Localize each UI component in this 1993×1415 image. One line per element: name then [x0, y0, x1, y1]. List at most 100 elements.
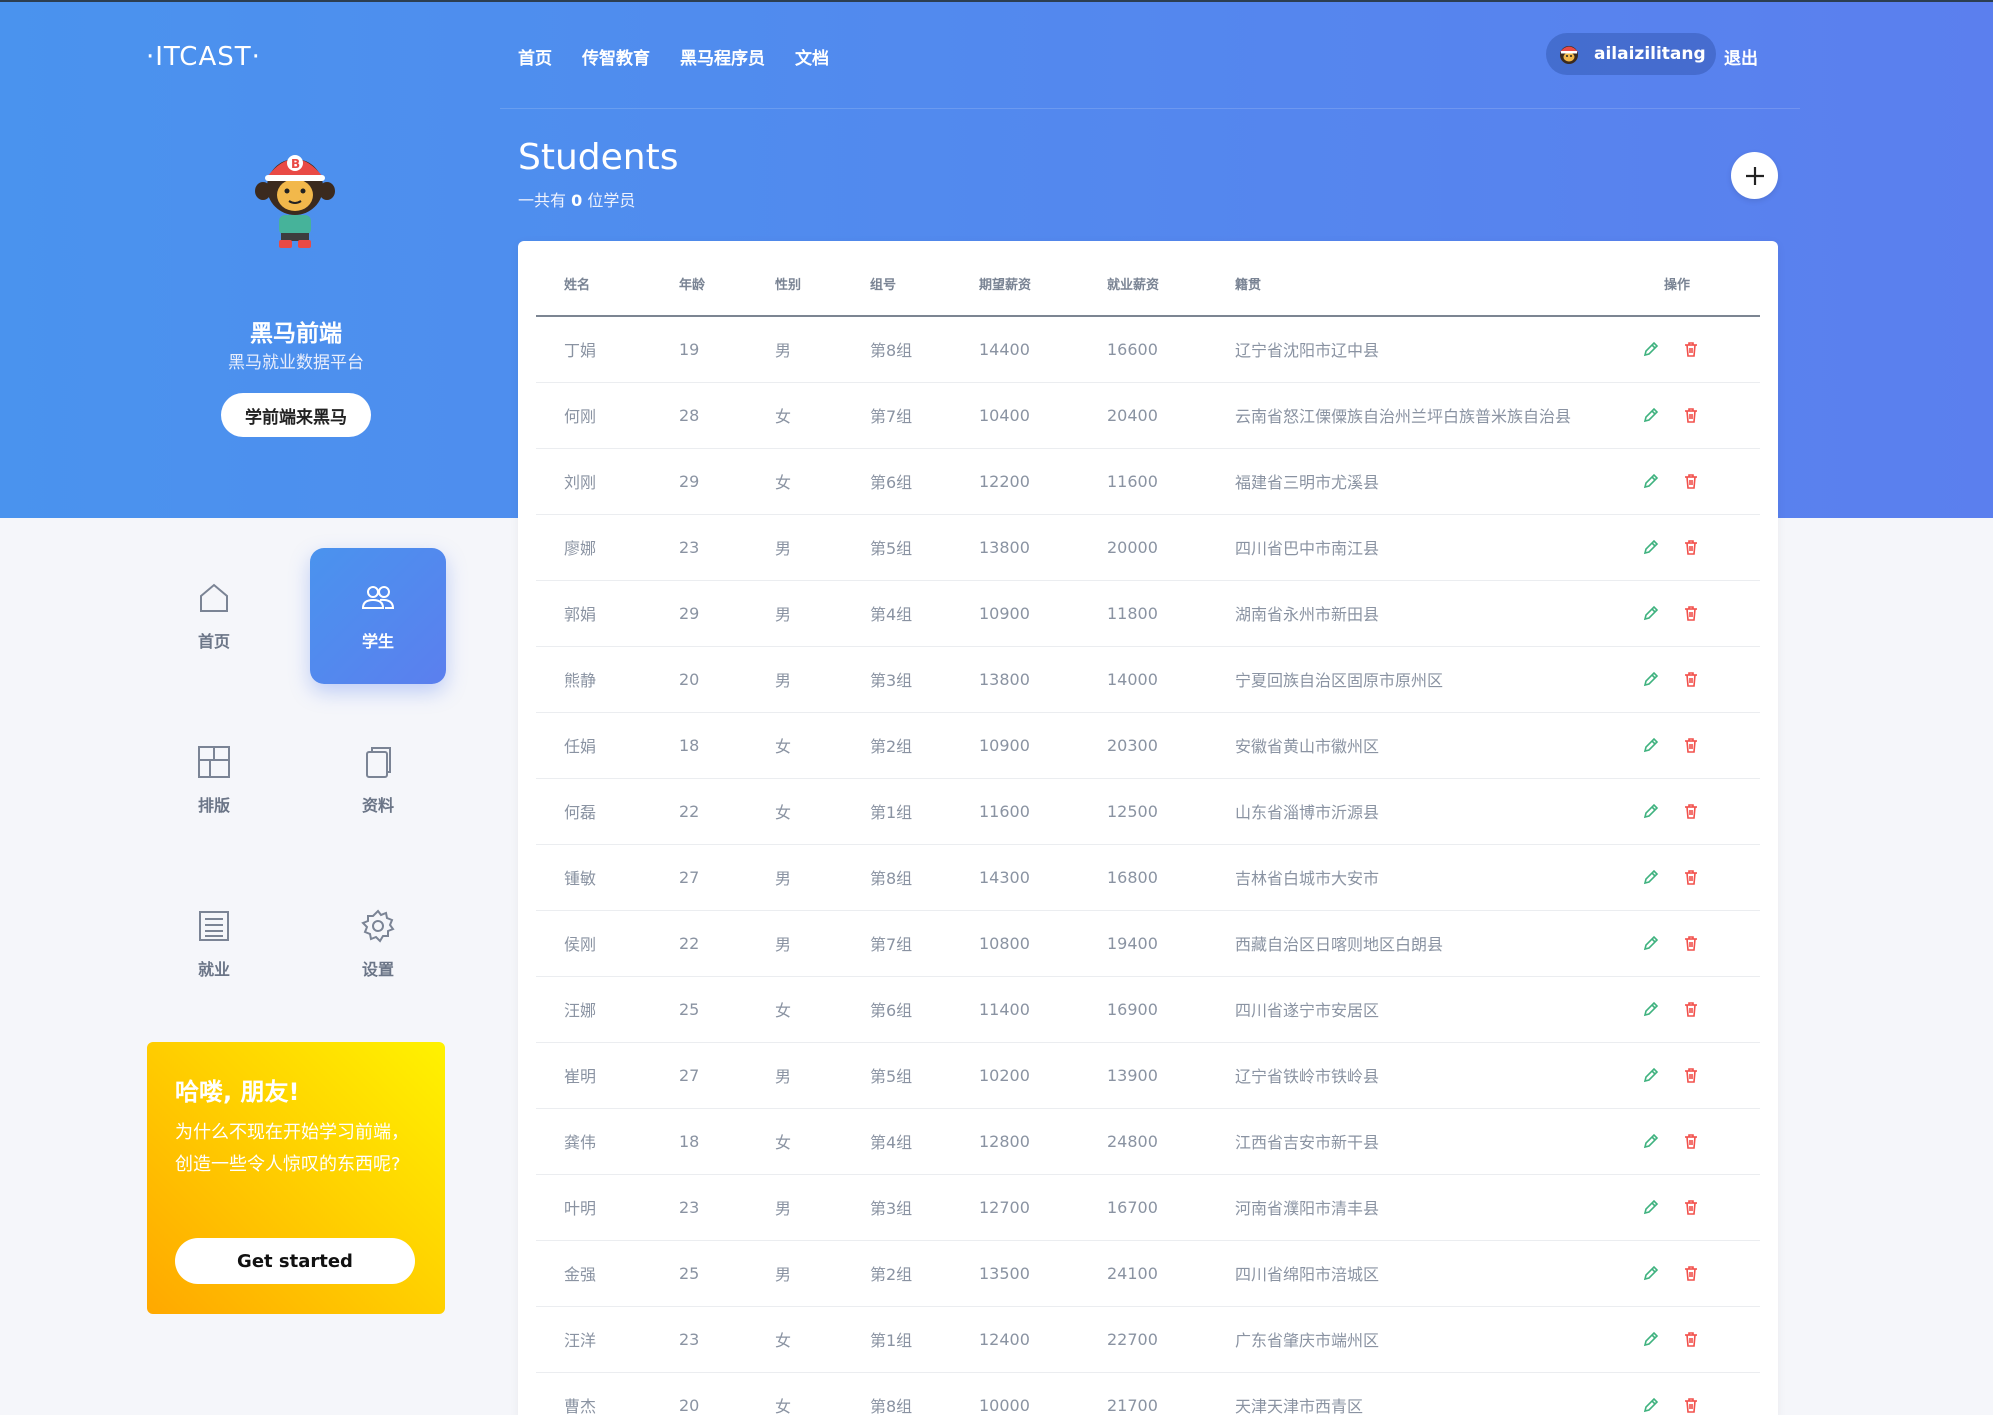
add-student-button[interactable] — [1731, 152, 1778, 199]
sidebar-item-settings[interactable]: 设置 — [310, 876, 446, 1012]
cell-gender: 男 — [747, 1174, 842, 1241]
get-started-button[interactable]: Get started — [175, 1238, 415, 1284]
sidebar-label-layout: 排版 — [197, 796, 230, 815]
cell-age: 27 — [651, 1042, 747, 1109]
edit-icon[interactable] — [1642, 736, 1660, 754]
cell-group: 第3组 — [842, 1174, 951, 1241]
count-prefix: 一共有 — [518, 191, 567, 210]
edit-icon[interactable] — [1642, 868, 1660, 886]
delete-icon[interactable] — [1682, 538, 1700, 556]
cell-group: 第5组 — [842, 1042, 951, 1109]
edit-icon[interactable] — [1642, 1330, 1660, 1348]
cell-age: 23 — [651, 514, 747, 581]
cell-name: 龚伟 — [536, 1108, 651, 1175]
edit-icon[interactable] — [1642, 1198, 1660, 1216]
delete-icon[interactable] — [1682, 406, 1700, 424]
nav-link-home[interactable]: 首页 — [518, 44, 552, 69]
cell-name: 丁娟 — [536, 316, 651, 383]
delete-icon[interactable] — [1682, 868, 1700, 886]
top-border — [0, 0, 1993, 2]
learn-frontend-button[interactable]: 学前端来黑马 — [221, 393, 371, 437]
sidebar-item-students[interactable]: 学生 — [310, 548, 446, 684]
col-header-age[interactable]: 年龄 — [651, 251, 747, 317]
cell-gender: 男 — [747, 844, 842, 911]
user-menu[interactable]: ailaizilitang — [1546, 33, 1716, 75]
cell-name: 锺敏 — [536, 844, 651, 911]
cell-age: 29 — [651, 448, 747, 515]
table-row: 刘刚 29 女第6组 12200 11600 福建省三明市尤溪县 — [536, 448, 1760, 515]
delete-icon[interactable] — [1682, 1330, 1700, 1348]
delete-icon[interactable] — [1682, 604, 1700, 622]
username: ailaizilitang — [1594, 44, 1706, 64]
col-header-gender[interactable]: 性别 — [747, 251, 842, 317]
cell-gender: 女 — [747, 778, 842, 845]
col-header-actual-salary[interactable]: 就业薪资 — [1079, 251, 1207, 317]
delete-icon[interactable] — [1682, 472, 1700, 490]
cell-age: 22 — [651, 910, 747, 977]
delete-icon[interactable] — [1682, 802, 1700, 820]
sidebar-item-employment[interactable]: 就业 — [146, 876, 282, 1012]
table-row: 龚伟 18 女第4组 12800 24800 江西省吉安市新干县 — [536, 1108, 1760, 1175]
row-actions — [1636, 802, 1760, 820]
cell-expected-salary: 10800 — [951, 910, 1079, 977]
cell-expected-salary: 11400 — [951, 976, 1079, 1043]
cell-group: 第3组 — [842, 646, 951, 713]
delete-icon[interactable] — [1682, 340, 1700, 358]
delete-icon[interactable] — [1682, 736, 1700, 754]
col-header-expected-salary[interactable]: 期望薪资 — [951, 251, 1079, 317]
nav-link-docs[interactable]: 文档 — [795, 44, 829, 69]
list-icon — [199, 911, 229, 941]
cell-hometown: 云南省怒江傈僳族自治州兰坪白族普米族自治县 — [1207, 382, 1636, 449]
delete-icon[interactable] — [1682, 1198, 1700, 1216]
edit-icon[interactable] — [1642, 1132, 1660, 1150]
cell-age: 18 — [651, 1108, 747, 1175]
edit-icon[interactable] — [1642, 538, 1660, 556]
cell-group: 第4组 — [842, 1108, 951, 1175]
cell-gender: 女 — [747, 1108, 842, 1175]
edit-icon[interactable] — [1642, 1000, 1660, 1018]
cell-expected-salary: 10400 — [951, 382, 1079, 449]
cell-actions — [1636, 1042, 1760, 1109]
cell-hometown: 安徽省黄山市徽州区 — [1207, 712, 1636, 779]
edit-icon[interactable] — [1642, 1066, 1660, 1084]
cell-age: 22 — [651, 778, 747, 845]
cell-actual-salary: 20300 — [1079, 712, 1207, 779]
delete-icon[interactable] — [1682, 934, 1700, 952]
delete-icon[interactable] — [1682, 1000, 1700, 1018]
edit-icon[interactable] — [1642, 340, 1660, 358]
cell-actual-salary: 11800 — [1079, 580, 1207, 647]
edit-icon[interactable] — [1642, 802, 1660, 820]
col-header-name[interactable]: 姓名 — [536, 251, 651, 317]
cell-gender: 男 — [747, 316, 842, 383]
cell-name: 崔明 — [536, 1042, 651, 1109]
site-logo[interactable]: ·ITCAST· — [146, 42, 261, 72]
brand-title: 黑马前端 — [250, 321, 342, 347]
delete-icon[interactable] — [1682, 1264, 1700, 1282]
count-value: 0 — [571, 191, 583, 210]
edit-icon[interactable] — [1642, 406, 1660, 424]
delete-icon[interactable] — [1682, 1396, 1700, 1414]
sidebar-label-students: 学生 — [361, 632, 394, 651]
edit-icon[interactable] — [1642, 604, 1660, 622]
user-avatar — [1560, 46, 1578, 64]
cell-name: 何磊 — [536, 778, 651, 845]
col-header-group[interactable]: 组号 — [842, 251, 951, 317]
edit-icon[interactable] — [1642, 472, 1660, 490]
nav-link-itcast[interactable]: 传智教育 — [582, 44, 650, 69]
delete-icon[interactable] — [1682, 1132, 1700, 1150]
edit-icon[interactable] — [1642, 1396, 1660, 1414]
sidebar-item-materials[interactable]: 资料 — [310, 712, 446, 848]
delete-icon[interactable] — [1682, 1066, 1700, 1084]
delete-icon[interactable] — [1682, 670, 1700, 688]
nav-link-heima[interactable]: 黑马程序员 — [680, 44, 765, 69]
col-header-hometown[interactable]: 籍贯 — [1207, 251, 1636, 317]
sidebar-item-home[interactable]: 首页 — [146, 548, 282, 684]
cell-name: 叶明 — [536, 1174, 651, 1241]
sidebar-item-layout[interactable]: 排版 — [146, 712, 282, 848]
edit-icon[interactable] — [1642, 1264, 1660, 1282]
cell-age: 19 — [651, 316, 747, 383]
logout-link[interactable]: 退出 — [1724, 44, 1758, 69]
cell-actions — [1636, 976, 1760, 1043]
edit-icon[interactable] — [1642, 934, 1660, 952]
edit-icon[interactable] — [1642, 670, 1660, 688]
